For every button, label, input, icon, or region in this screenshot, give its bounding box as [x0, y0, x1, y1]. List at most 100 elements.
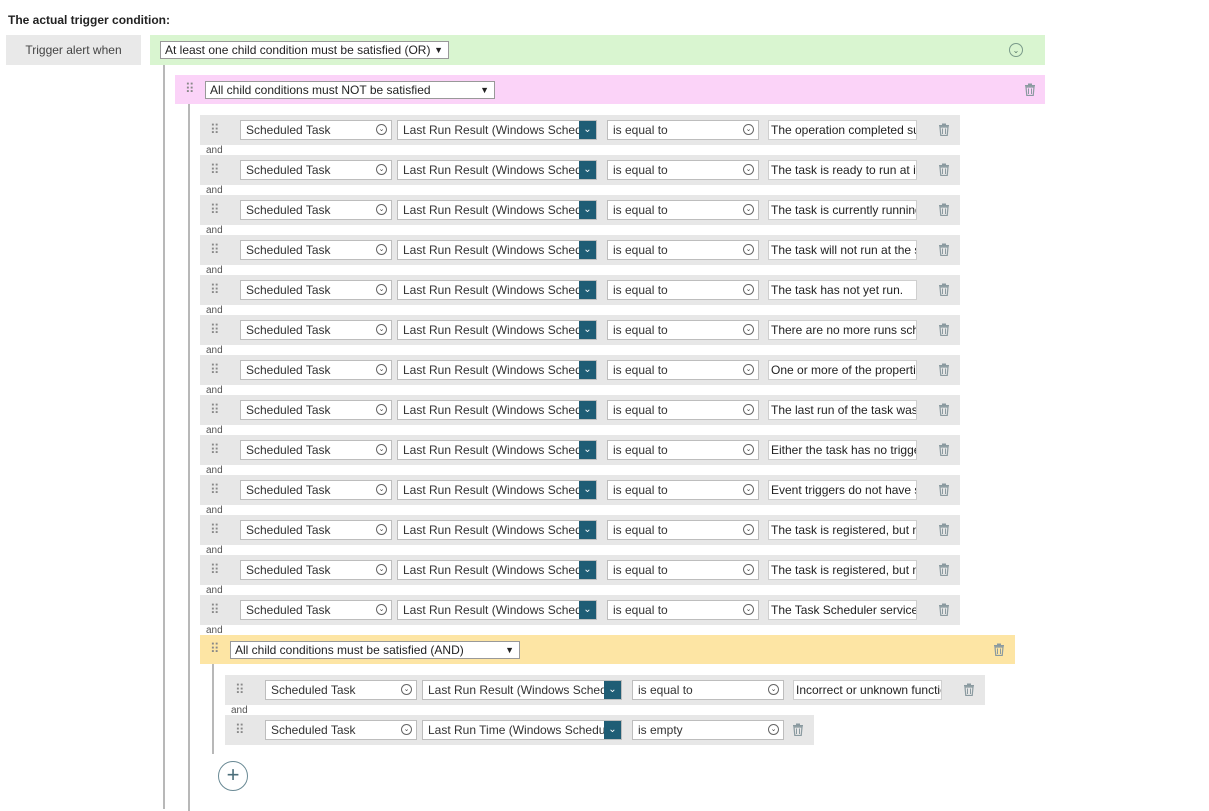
object-select[interactable]: Scheduled Task ⌄ [240, 440, 392, 460]
trash-icon[interactable] [938, 483, 950, 496]
operator-select[interactable]: is equal to ⌄ [607, 400, 759, 420]
value-input[interactable]: The Task Scheduler service is not runnin… [768, 600, 917, 620]
object-select[interactable]: Scheduled Task ⌄ [240, 160, 392, 180]
object-select[interactable]: Scheduled Task ⌄ [240, 480, 392, 500]
operator-select[interactable]: is equal to ⌄ [632, 680, 784, 700]
operator-select[interactable]: is equal to ⌄ [607, 160, 759, 180]
property-select[interactable]: Last Run Result (Windows Scheduler) ⌄ [397, 440, 597, 460]
drag-handle-icon[interactable] [210, 444, 218, 456]
property-select[interactable]: Last Run Result (Windows Scheduler) ⌄ [397, 520, 597, 540]
property-select[interactable]: Last Run Result (Windows Scheduler) ⌄ [397, 400, 597, 420]
value-input[interactable]: Incorrect or unknown function called. [793, 680, 942, 700]
property-select[interactable]: Last Run Result (Windows Scheduler) ⌄ [422, 680, 622, 700]
value-input[interactable]: The operation completed successfully. [768, 120, 917, 140]
drag-handle-icon[interactable] [235, 724, 243, 736]
trash-icon[interactable] [938, 323, 950, 336]
drag-handle-icon[interactable] [210, 524, 218, 536]
operator-select[interactable]: is equal to ⌄ [607, 520, 759, 540]
drag-handle-icon[interactable] [210, 124, 218, 136]
operator-select[interactable]: is equal to ⌄ [607, 440, 759, 460]
trash-icon[interactable] [993, 643, 1005, 656]
object-select[interactable]: Scheduled Task ⌄ [265, 680, 417, 700]
operator-select[interactable]: is equal to ⌄ [607, 480, 759, 500]
property-select[interactable]: Last Run Result (Windows Scheduler) ⌄ [397, 280, 597, 300]
trash-icon[interactable] [938, 523, 950, 536]
trash-icon[interactable] [938, 363, 950, 376]
object-select[interactable]: Scheduled Task ⌄ [240, 400, 392, 420]
trash-icon[interactable] [792, 723, 804, 736]
drag-handle-icon[interactable] [185, 83, 193, 95]
object-select[interactable]: Scheduled Task ⌄ [240, 600, 392, 620]
drag-handle-icon[interactable] [210, 204, 218, 216]
drag-handle-icon[interactable] [210, 364, 218, 376]
property-select[interactable]: Last Run Result (Windows Scheduler) ⌄ [397, 320, 597, 340]
object-select[interactable]: Scheduled Task ⌄ [240, 560, 392, 580]
collapse-icon[interactable]: ⌄ [1009, 43, 1023, 57]
property-select[interactable]: Last Run Result (Windows Scheduler) ⌄ [397, 240, 597, 260]
trash-icon[interactable] [938, 203, 950, 216]
property-select[interactable]: Last Run Time (Windows Scheduler) ⌄ [422, 720, 622, 740]
object-select[interactable]: Scheduled Task ⌄ [240, 280, 392, 300]
drag-handle-icon[interactable] [210, 284, 218, 296]
operator-select[interactable]: is equal to ⌄ [607, 200, 759, 220]
object-select[interactable]: Scheduled Task ⌄ [265, 720, 417, 740]
value-input[interactable]: The task has not yet run. [768, 280, 917, 300]
operator-select[interactable]: is equal to ⌄ [607, 120, 759, 140]
value-input[interactable]: Either the task has no triggers or the e… [768, 440, 917, 460]
operator-select[interactable]: is equal to ⌄ [607, 600, 759, 620]
trash-icon[interactable] [938, 443, 950, 456]
property-select[interactable]: Last Run Result (Windows Scheduler) ⌄ [397, 600, 597, 620]
value-input[interactable]: The task will not run at the scheduled t… [768, 240, 917, 260]
and-group-operator-select[interactable]: All child conditions must be satisfied (… [230, 641, 520, 659]
object-select[interactable]: Scheduled Task ⌄ [240, 120, 392, 140]
value-input[interactable]: The task is registered, but may fail to … [768, 560, 917, 580]
trash-icon[interactable] [938, 603, 950, 616]
property-select[interactable]: Last Run Result (Windows Scheduler) ⌄ [397, 480, 597, 500]
trash-icon[interactable] [938, 563, 950, 576]
root-operator-select[interactable]: At least one child condition must be sat… [160, 41, 449, 59]
drag-handle-icon[interactable] [210, 564, 218, 576]
operator-select[interactable]: is equal to ⌄ [607, 280, 759, 300]
operator-select[interactable]: is equal to ⌄ [607, 240, 759, 260]
drag-handle-icon[interactable] [235, 684, 243, 696]
drag-handle-icon[interactable] [210, 643, 218, 655]
trash-icon[interactable] [938, 283, 950, 296]
trash-icon[interactable] [1024, 83, 1036, 96]
drag-handle-icon[interactable] [210, 164, 218, 176]
value-input[interactable]: The task is currently running. [768, 200, 917, 220]
value-input[interactable]: The last run of the task was terminated … [768, 400, 917, 420]
operator-select[interactable]: is equal to ⌄ [607, 560, 759, 580]
property-select[interactable]: Last Run Result (Windows Scheduler) ⌄ [397, 120, 597, 140]
operator-select[interactable]: is equal to ⌄ [607, 320, 759, 340]
add-condition-button[interactable]: + [218, 761, 248, 791]
trash-icon[interactable] [938, 123, 950, 136]
value-input[interactable]: The task is registered, but not all spec… [768, 520, 917, 540]
drag-handle-icon[interactable] [210, 244, 218, 256]
object-select[interactable]: Scheduled Task ⌄ [240, 360, 392, 380]
drag-handle-icon[interactable] [210, 484, 218, 496]
drag-handle-icon[interactable] [210, 404, 218, 416]
object-value: Scheduled Task [271, 723, 356, 737]
object-select[interactable]: Scheduled Task ⌄ [240, 520, 392, 540]
value-input[interactable]: There are no more runs scheduled for thi… [768, 320, 917, 340]
drag-handle-icon[interactable] [210, 324, 218, 336]
value-input[interactable]: One or more of the properties that are n… [768, 360, 917, 380]
property-select[interactable]: Last Run Result (Windows Scheduler) ⌄ [397, 360, 597, 380]
trash-icon[interactable] [938, 243, 950, 256]
value-input[interactable]: The task is ready to run at its next sch… [768, 160, 917, 180]
property-select[interactable]: Last Run Result (Windows Scheduler) ⌄ [397, 200, 597, 220]
drag-handle-icon[interactable] [210, 604, 218, 616]
not-group-operator-select[interactable]: All child conditions must NOT be satisfi… [205, 81, 495, 99]
trash-icon[interactable] [938, 403, 950, 416]
operator-select[interactable]: is empty ⌄ [632, 720, 784, 740]
value-input[interactable]: Event triggers do not have set run times… [768, 480, 917, 500]
trash-icon[interactable] [963, 683, 975, 696]
trash-icon[interactable] [938, 163, 950, 176]
chevron-down-icon: ⌄ [401, 724, 412, 735]
object-select[interactable]: Scheduled Task ⌄ [240, 240, 392, 260]
object-select[interactable]: Scheduled Task ⌄ [240, 320, 392, 340]
property-select[interactable]: Last Run Result (Windows Scheduler) ⌄ [397, 560, 597, 580]
property-select[interactable]: Last Run Result (Windows Scheduler) ⌄ [397, 160, 597, 180]
operator-select[interactable]: is equal to ⌄ [607, 360, 759, 380]
object-select[interactable]: Scheduled Task ⌄ [240, 200, 392, 220]
